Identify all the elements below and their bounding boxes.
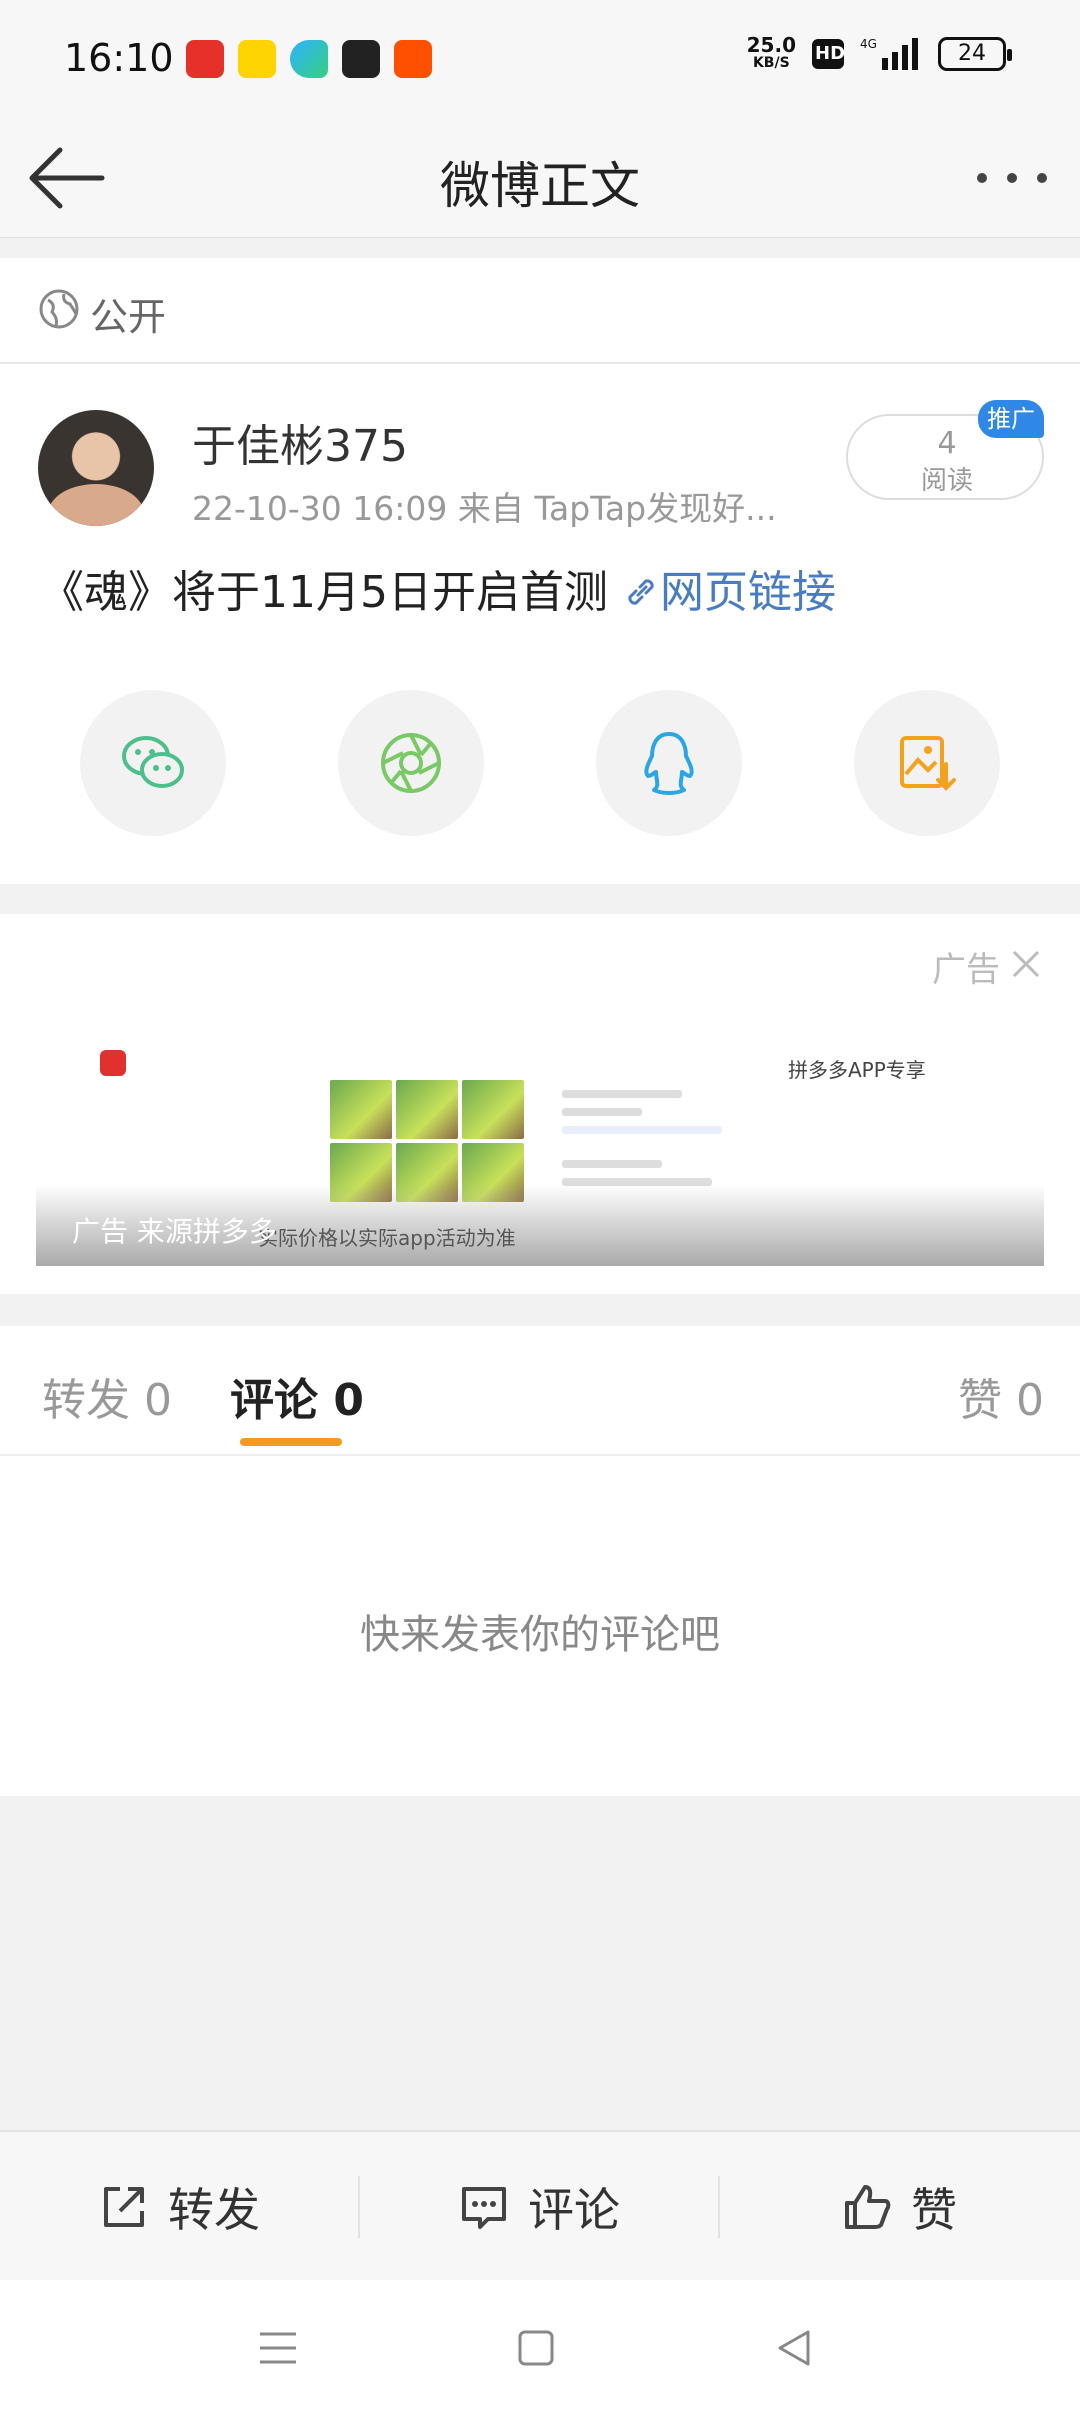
save-image-icon: [900, 736, 956, 791]
link-icon: [628, 579, 654, 605]
empty-comment-text: 快来发表你的评论吧: [360, 1612, 720, 1658]
back-triangle-icon[interactable]: [770, 2324, 818, 2372]
thumbs-up-icon: [845, 2185, 891, 2229]
like-button[interactable]: 赞: [720, 2132, 1078, 2282]
ad-tag: 拼多多APP专享: [788, 1058, 926, 1082]
page-title: 微博正文: [440, 157, 640, 215]
avatar[interactable]: [38, 410, 154, 526]
post-card: 于佳彬375 22-10-30 16:09 来自 TapTap发现好... 4 …: [0, 364, 1080, 884]
post-text: 《魂》将于11月5日开启首测 网页链接: [40, 556, 836, 620]
taobao-icon: [394, 40, 432, 78]
username[interactable]: 于佳彬375: [192, 410, 408, 474]
more-dots-icon: [977, 173, 1047, 183]
wechat-share-button[interactable]: [80, 690, 226, 836]
tab-repost[interactable]: 转发 0: [42, 1364, 172, 1428]
globe-icon: [39, 289, 79, 329]
signal-icon: 4G: [860, 37, 918, 70]
hd-icon: HD: [812, 39, 845, 69]
menu-icon[interactable]: [254, 2324, 302, 2372]
status-bar: 16:10 25.0 KB/S HD 4G 24: [0, 0, 1080, 118]
status-indicators: 25.0 KB/S HD 4G 24: [746, 33, 1012, 72]
promote-badge[interactable]: 推广: [978, 400, 1044, 438]
post-body: 《魂》将于11月5日开启首测: [40, 567, 608, 618]
qq-penguin-icon: [644, 732, 694, 795]
save-image-button[interactable]: [854, 690, 1000, 836]
yy-icon: [238, 40, 276, 78]
comment-button[interactable]: 评论: [360, 2132, 718, 2282]
ad-banner[interactable]: 拼多多APP专享 实际价格以实际app活动为准 广告 来源拼多多: [36, 1034, 1044, 1266]
ad-price-note: 实际价格以实际app活动为准: [258, 1226, 516, 1250]
interaction-tabs: 转发 0 评论 0 赞 0: [0, 1326, 1080, 1456]
tab-like[interactable]: 赞 0: [958, 1364, 1044, 1428]
moments-share-button[interactable]: [338, 690, 484, 836]
notification-icons: [186, 40, 432, 78]
status-time: 16:10: [64, 36, 174, 80]
more-options-button[interactable]: [972, 158, 1052, 198]
ad-chat-preview: [522, 1080, 762, 1200]
svg-text:4G: 4G: [860, 37, 877, 51]
comment-icon: [462, 2187, 506, 2229]
web-link[interactable]: 网页链接: [660, 567, 836, 618]
tab-comment[interactable]: 评论 0: [230, 1364, 364, 1428]
read-label: 阅读: [920, 466, 973, 496]
wechat-icon: [122, 736, 184, 788]
like-label: 赞: [911, 2183, 957, 2237]
repost-icon: [104, 2187, 144, 2227]
comments-empty-state: 快来发表你的评论吧: [0, 1456, 1080, 1796]
qq-share-button[interactable]: [596, 690, 742, 836]
top-nav-bar: 微博正文: [0, 118, 1080, 238]
system-navigation-bar: [0, 2280, 1080, 2412]
active-tab-indicator: [240, 1438, 342, 1446]
repost-label: 转发: [168, 2183, 260, 2237]
moments-icon: [381, 733, 441, 793]
news-icon: [342, 40, 380, 78]
post-meta: 22-10-30 16:09 来自 TapTap发现好...: [192, 489, 777, 528]
ad-card[interactable]: 广告 拼多多APP专享 实际价格以实际app活动为准 广告 来源拼多多: [0, 914, 1080, 1294]
visibility-row: 公开: [0, 258, 1080, 364]
repost-button[interactable]: 转发: [0, 2132, 358, 2282]
toutiao-icon: [186, 40, 224, 78]
video-icon: [290, 40, 328, 78]
close-icon[interactable]: [1010, 948, 1042, 980]
ad-source: 广告 来源拼多多: [72, 1215, 277, 1248]
pinduoduo-logo-icon: [100, 1050, 126, 1076]
net-speed: 25.0 KB/S: [746, 33, 796, 71]
home-icon[interactable]: [512, 2324, 560, 2372]
battery-icon: 24: [938, 37, 1012, 71]
visibility-label: 公开: [90, 295, 167, 339]
comment-label: 评论: [528, 2183, 620, 2237]
ad-label: 广告: [932, 950, 1000, 990]
bottom-action-bar: 转发 评论 赞: [0, 2130, 1080, 2280]
